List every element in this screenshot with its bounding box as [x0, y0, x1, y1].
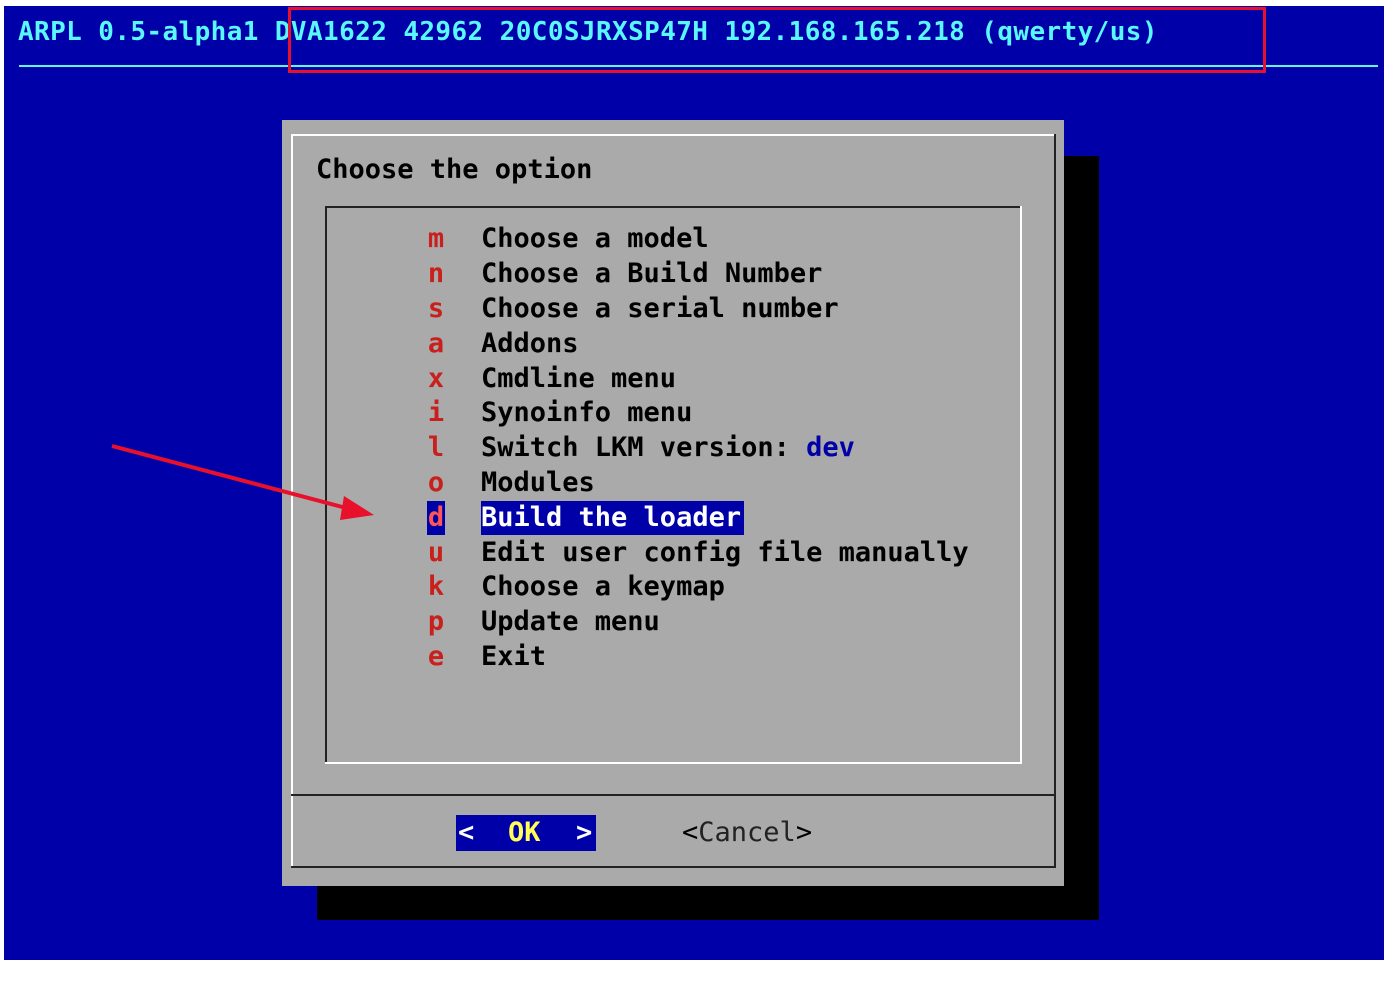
menu-item-exit[interactable]: e Exit: [427, 640, 557, 674]
menu-item-label: Edit user config file manually: [481, 537, 969, 568]
menu-item-label: Addons: [481, 328, 579, 359]
hotkey: e: [427, 641, 445, 672]
menu-item-label: Switch LKM version: dev: [481, 431, 855, 465]
hotkey: s: [427, 293, 445, 324]
annotation-highlight-box: [288, 7, 1266, 73]
hotkey: x: [427, 363, 445, 394]
menu-item-choose-model[interactable]: m Choose a model: [427, 222, 709, 256]
hotkey: l: [427, 432, 445, 463]
hotkey: o: [427, 467, 445, 498]
menu-item-edit-user-config[interactable]: u Edit user config file manually: [427, 536, 969, 570]
menu-item-lkm-version[interactable]: l Switch LKM version: dev: [427, 431, 855, 465]
cancel-close-bracket: >: [795, 817, 813, 848]
menu-item-label: Choose a keymap: [481, 571, 725, 602]
ok-open-bracket: <: [458, 817, 475, 848]
menu-item-update-menu[interactable]: p Update menu: [427, 605, 660, 639]
menu-item-serial-number[interactable]: s Choose a serial number: [427, 292, 839, 326]
menu-item-build-number[interactable]: n Choose a Build Number: [427, 257, 823, 291]
menu-item-label: Modules: [481, 467, 595, 498]
menu-item-label: Synoinfo menu: [481, 397, 693, 428]
menu-item-label: Update menu: [481, 606, 660, 637]
menu-item-label: Build the loader: [481, 501, 745, 535]
lkm-value: dev: [806, 432, 855, 463]
dialog-border: [291, 866, 1056, 868]
menu-dialog: Choose the option m Choose a model n Cho…: [282, 120, 1064, 886]
hotkey: n: [427, 258, 445, 289]
ok-close-bracket: >: [576, 817, 593, 848]
cancel-button[interactable]: <Cancel>: [682, 815, 812, 851]
menu-item-label: Choose a serial number: [481, 293, 839, 324]
menu-list: m Choose a model n Choose a Build Number…: [325, 206, 1022, 764]
menu-item-label: Choose a model: [481, 223, 709, 254]
hotkey: k: [427, 571, 445, 602]
hotkey: d: [427, 501, 445, 535]
hotkey: m: [427, 223, 445, 254]
hotkey: u: [427, 537, 445, 568]
menu-item-addons[interactable]: a Addons: [427, 327, 579, 361]
hotkey: p: [427, 606, 445, 637]
dialog-border: [291, 134, 293, 868]
lkm-label: Switch LKM version:: [481, 432, 807, 463]
dialog-prompt: Choose the option: [316, 154, 593, 185]
menu-item-label: Choose a Build Number: [481, 258, 823, 289]
hotkey: a: [427, 328, 445, 359]
cancel-label: Cancel: [698, 817, 796, 848]
ok-button[interactable]: < OK >: [456, 815, 596, 851]
menu-item-label: Cmdline menu: [481, 363, 677, 394]
menu-item-keymap[interactable]: k Choose a keymap: [427, 570, 725, 604]
menu-item-build-loader[interactable]: d Build the loader: [427, 501, 745, 535]
button-area-divider: [291, 794, 1056, 796]
dialog-border: [291, 134, 1056, 136]
menu-item-label: Exit: [481, 641, 547, 672]
menu-item-cmdline[interactable]: x Cmdline menu: [427, 362, 676, 396]
cancel-open-bracket: <: [682, 817, 699, 848]
ok-label: OK: [508, 817, 541, 848]
menu-item-synoinfo[interactable]: i Synoinfo menu: [427, 396, 692, 430]
app-version: ARPL 0.5-alpha1: [18, 17, 259, 47]
terminal-screen: ARPL 0.5-alpha1 DVA1622 42962 20C0SJRXSP…: [4, 6, 1384, 960]
dialog-border: [1054, 134, 1056, 868]
menu-item-modules[interactable]: o Modules: [427, 466, 595, 500]
hotkey: i: [427, 397, 445, 428]
